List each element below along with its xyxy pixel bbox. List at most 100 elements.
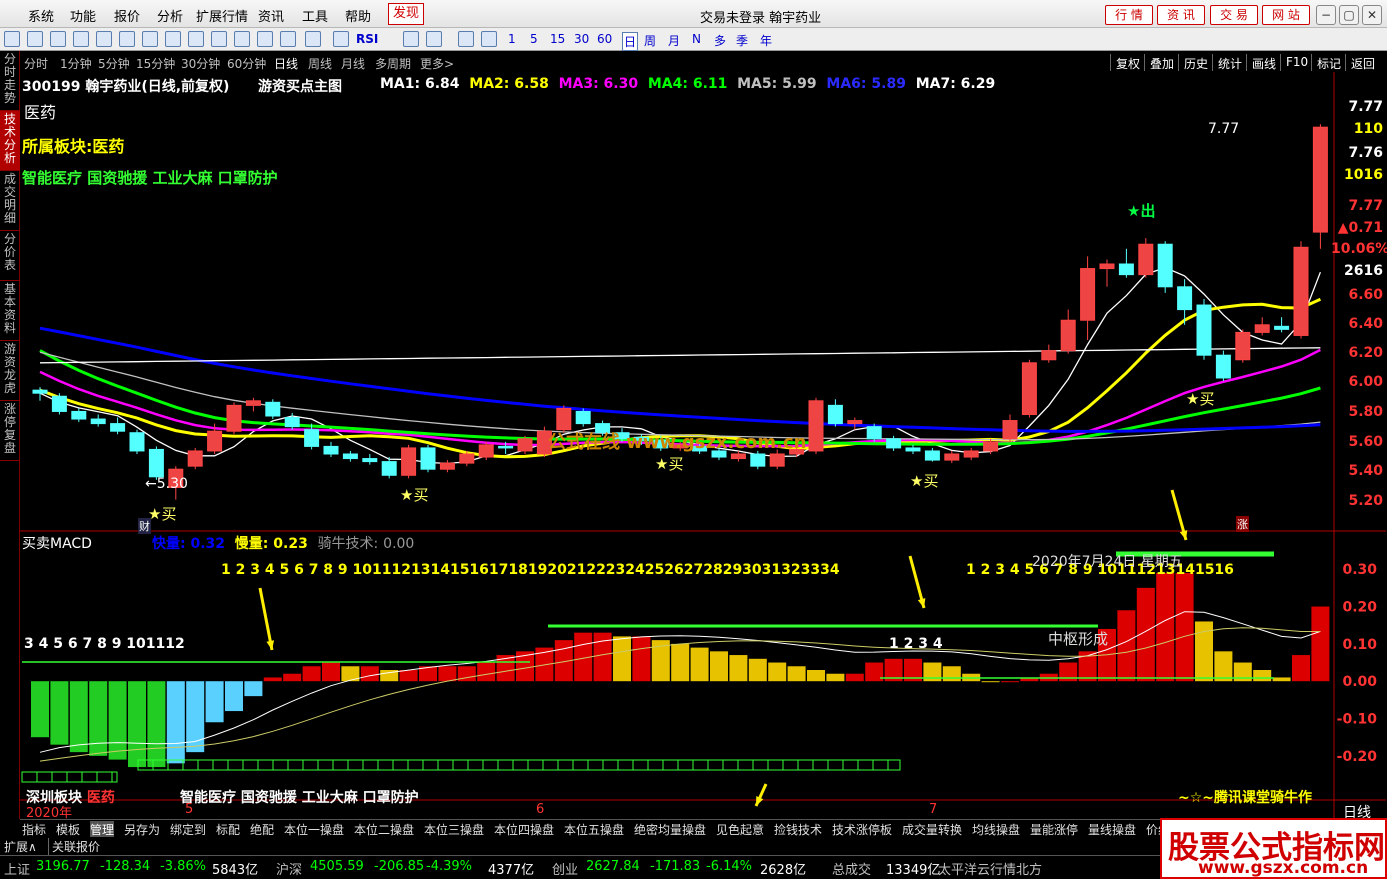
indicator-tab[interactable]: 本位三操盘 [424, 821, 484, 838]
tab-price-table[interactable]: 分价表 [0, 231, 20, 281]
up-arrow-icon[interactable] [27, 31, 43, 47]
tab-trades[interactable]: 成交明细 [0, 171, 20, 231]
minimize-icon[interactable]: − [1316, 5, 1336, 25]
tab-profile[interactable]: 基本资料 [0, 281, 20, 341]
rsi-icon[interactable]: RSI [356, 32, 378, 46]
down-arrow-icon[interactable] [50, 31, 66, 47]
related-quote-tab[interactable]: 关联报价 [48, 838, 100, 855]
period-1min[interactable]: 1分钟 [60, 55, 92, 72]
refresh-icon[interactable] [481, 31, 497, 47]
period-intraday[interactable]: 分时 [24, 55, 48, 72]
indicator-tab[interactable]: 指标 [22, 821, 46, 838]
mark-button[interactable]: 标记 [1311, 54, 1346, 71]
period-more[interactable]: 更多> [420, 55, 454, 72]
indicator-tab[interactable]: 见色起意 [716, 821, 764, 838]
tab-limit-review[interactable]: 涨停复盘 [0, 401, 20, 461]
report-icon[interactable] [73, 31, 89, 47]
indicator-tab[interactable]: 本位一操盘 [284, 821, 344, 838]
kline-icon[interactable] [142, 31, 158, 47]
period-weekly[interactable]: 周线 [308, 55, 332, 72]
period-monthly[interactable]: 月线 [341, 55, 365, 72]
fund-icon[interactable] [234, 31, 250, 47]
period-5min[interactable]: 5分钟 [98, 55, 130, 72]
line-chart-icon[interactable] [119, 31, 135, 47]
menu-tools[interactable]: 工具 [302, 6, 328, 25]
news-button[interactable]: 资 讯 [1157, 5, 1205, 25]
move-icon[interactable] [403, 31, 419, 47]
detail-icon[interactable] [211, 31, 227, 47]
period-30[interactable]: 30 [574, 32, 589, 46]
indicator-tab[interactable]: 本位五操盘 [564, 821, 624, 838]
f5-icon[interactable] [458, 31, 474, 47]
history-button[interactable]: 历史 [1178, 54, 1213, 71]
back-icon[interactable] [4, 31, 20, 47]
fa-icon[interactable] [257, 31, 273, 47]
period-1[interactable]: 1 [508, 32, 516, 46]
indicator-icon[interactable] [333, 31, 349, 47]
period-15[interactable]: 15 [550, 32, 565, 46]
grid-icon[interactable] [96, 31, 112, 47]
range-n[interactable]: N [692, 32, 701, 46]
table-icon[interactable] [165, 31, 181, 47]
indicator-tab[interactable]: 成交量转换 [902, 821, 962, 838]
indicator-tab[interactable]: 模板 [56, 821, 80, 838]
stats-button[interactable]: 统计 [1212, 54, 1247, 71]
website-button[interactable]: 网 站 [1262, 5, 1310, 25]
indicator-tab[interactable]: 本位二操盘 [354, 821, 414, 838]
indicator-tab[interactable]: 均线操盘 [972, 821, 1020, 838]
finance-mark[interactable]: 财 [138, 518, 151, 534]
f10-button[interactable]: F10 [1280, 54, 1313, 71]
indicator-tab[interactable]: 绑定到 [170, 821, 206, 838]
indicator-tab[interactable]: 绝配 [250, 821, 274, 838]
period-30min[interactable]: 30分钟 [181, 55, 220, 72]
indicator-tab[interactable]: 技术涨停板 [832, 821, 892, 838]
indicator-tab[interactable]: 标配 [216, 821, 240, 838]
indicator-tab[interactable]: 管理 [90, 821, 115, 838]
menu-extended[interactable]: 扩展行情 [196, 6, 248, 25]
period-multi[interactable]: 多周期 [375, 55, 411, 72]
range-month[interactable]: 月 [668, 32, 680, 49]
indicator-tab[interactable]: 捡钱技术 [774, 821, 822, 838]
draw-button[interactable]: 画线 [1246, 54, 1281, 71]
range-year[interactable]: 年 [760, 32, 772, 49]
range-quarter[interactable]: 季 [736, 32, 748, 49]
menu-function[interactable]: 功能 [70, 6, 96, 25]
expand-tab[interactable]: 扩展∧ [4, 838, 37, 855]
menu-quote[interactable]: 报价 [114, 6, 140, 25]
compare-icon[interactable] [280, 31, 296, 47]
indicator-name[interactable]: 游资买点主图 [258, 76, 342, 96]
tab-technical[interactable]: 技术分析 [0, 111, 20, 171]
menu-discover[interactable]: 发现 [388, 3, 425, 25]
restore-rights-button[interactable]: 复权 [1110, 54, 1145, 71]
period-60[interactable]: 60 [597, 32, 612, 46]
overlay-button[interactable]: 叠加 [1144, 54, 1179, 71]
quote-button[interactable]: 行 情 [1105, 5, 1153, 25]
indicator-tab[interactable]: 另存为 [124, 821, 160, 838]
range-multi[interactable]: 多 [714, 32, 726, 49]
period-15min[interactable]: 15分钟 [136, 55, 175, 72]
close-icon[interactable]: ✕ [1362, 5, 1382, 25]
tab-dragon-tiger[interactable]: 游资龙虎 [0, 341, 20, 401]
copy-icon[interactable] [305, 31, 321, 47]
pencil-icon[interactable] [426, 31, 442, 47]
menu-news[interactable]: 资讯 [258, 6, 284, 25]
macd-title[interactable]: 买卖MACD [22, 533, 92, 553]
trade-button[interactable]: 交 易 [1210, 5, 1258, 25]
indicator-tab[interactable]: 量能涨停 [1030, 821, 1078, 838]
menu-system[interactable]: 系统 [28, 6, 54, 25]
range-day[interactable]: 日 [622, 32, 639, 51]
range-week[interactable]: 周 [644, 32, 656, 49]
indicator-tab[interactable]: 量线操盘 [1088, 821, 1136, 838]
indicator-tab[interactable]: 本位四操盘 [494, 821, 554, 838]
return-button[interactable]: 返回 [1345, 54, 1380, 71]
period-daily[interactable]: 日线 [274, 55, 298, 72]
f10-icon[interactable] [188, 31, 204, 47]
menu-help[interactable]: 帮助 [345, 6, 371, 25]
period-5[interactable]: 5 [530, 32, 538, 46]
indicator-tab[interactable]: 绝密均量操盘 [634, 821, 706, 838]
limit-up-mark[interactable]: 涨 [1236, 516, 1249, 532]
menu-analysis[interactable]: 分析 [157, 6, 183, 25]
tab-intraday[interactable]: 分时走势 [0, 51, 20, 111]
period-60min[interactable]: 60分钟 [227, 55, 266, 72]
maximize-icon[interactable]: ▢ [1339, 5, 1359, 25]
